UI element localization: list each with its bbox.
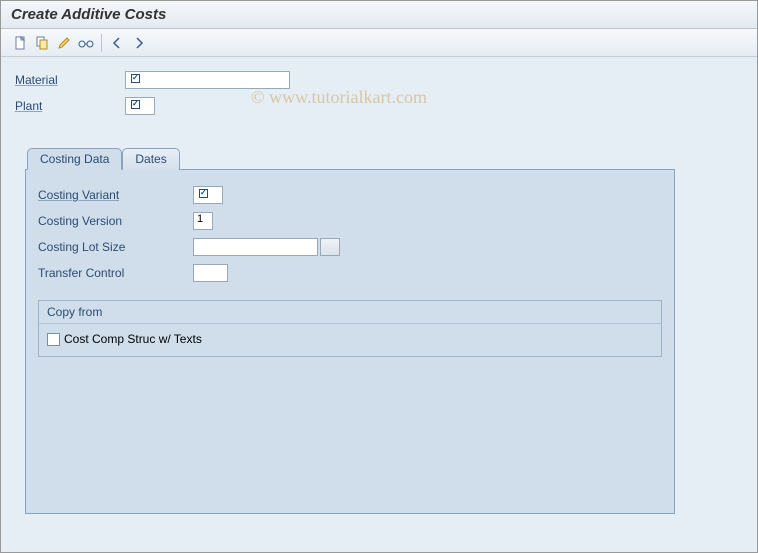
- tab-bar: Costing Data Dates: [27, 147, 675, 169]
- prev-button[interactable]: [106, 33, 128, 53]
- transfer-control-input[interactable]: [193, 264, 228, 282]
- next-button[interactable]: [128, 33, 150, 53]
- copy-button[interactable]: [31, 33, 53, 53]
- copy-icon: [35, 36, 49, 50]
- material-row: Material: [15, 69, 743, 91]
- cost-comp-label: Cost Comp Struc w/ Texts: [64, 332, 202, 346]
- plant-label: Plant: [15, 99, 125, 113]
- content-area: © www.tutorialkart.com Material Plant Co…: [1, 57, 757, 526]
- costing-version-label: Costing Version: [38, 214, 193, 228]
- f4-help-icon: [196, 189, 208, 201]
- costing-version-value: 1: [197, 213, 203, 225]
- material-label: Material: [15, 73, 125, 87]
- display-button[interactable]: [75, 33, 97, 53]
- pencil-icon: [57, 36, 71, 50]
- costing-lot-size-label: Costing Lot Size: [38, 240, 193, 254]
- costing-variant-input[interactable]: [193, 186, 223, 204]
- chevron-right-icon: [134, 37, 144, 49]
- chevron-left-icon: [112, 37, 122, 49]
- cost-comp-checkbox[interactable]: [47, 333, 60, 346]
- f4-help-icon: [128, 100, 140, 112]
- costing-version-input[interactable]: 1: [193, 212, 213, 230]
- glasses-icon: [78, 36, 94, 50]
- f4-help-icon: [128, 74, 140, 86]
- tab-dates[interactable]: Dates: [122, 148, 179, 170]
- tab-content: Costing Variant Costing Version 1 Costin…: [25, 169, 675, 514]
- group-title: Copy from: [39, 301, 661, 324]
- costing-variant-row: Costing Variant: [38, 184, 662, 206]
- unit-button[interactable]: [320, 238, 340, 256]
- transfer-control-label: Transfer Control: [38, 266, 193, 280]
- cost-comp-row: Cost Comp Struc w/ Texts: [47, 332, 653, 346]
- material-input[interactable]: [125, 71, 290, 89]
- window-header: Create Additive Costs: [1, 1, 757, 29]
- plant-row: Plant: [15, 95, 743, 117]
- plant-input[interactable]: [125, 97, 155, 115]
- toolbar: [1, 29, 757, 57]
- transfer-control-row: Transfer Control: [38, 262, 662, 284]
- tabstrip: Costing Data Dates Costing Variant Costi…: [25, 147, 675, 514]
- copy-from-group: Copy from Cost Comp Struc w/ Texts: [38, 300, 662, 357]
- toolbar-separator: [101, 34, 102, 52]
- document-icon: [13, 36, 27, 50]
- edit-button[interactable]: [53, 33, 75, 53]
- costing-version-row: Costing Version 1: [38, 210, 662, 232]
- costing-lot-size-row: Costing Lot Size: [38, 236, 662, 258]
- costing-variant-label: Costing Variant: [38, 188, 193, 202]
- page-title: Create Additive Costs: [11, 6, 166, 23]
- costing-lot-size-input[interactable]: [193, 238, 318, 256]
- new-button[interactable]: [9, 33, 31, 53]
- tab-costing-data[interactable]: Costing Data: [27, 148, 122, 170]
